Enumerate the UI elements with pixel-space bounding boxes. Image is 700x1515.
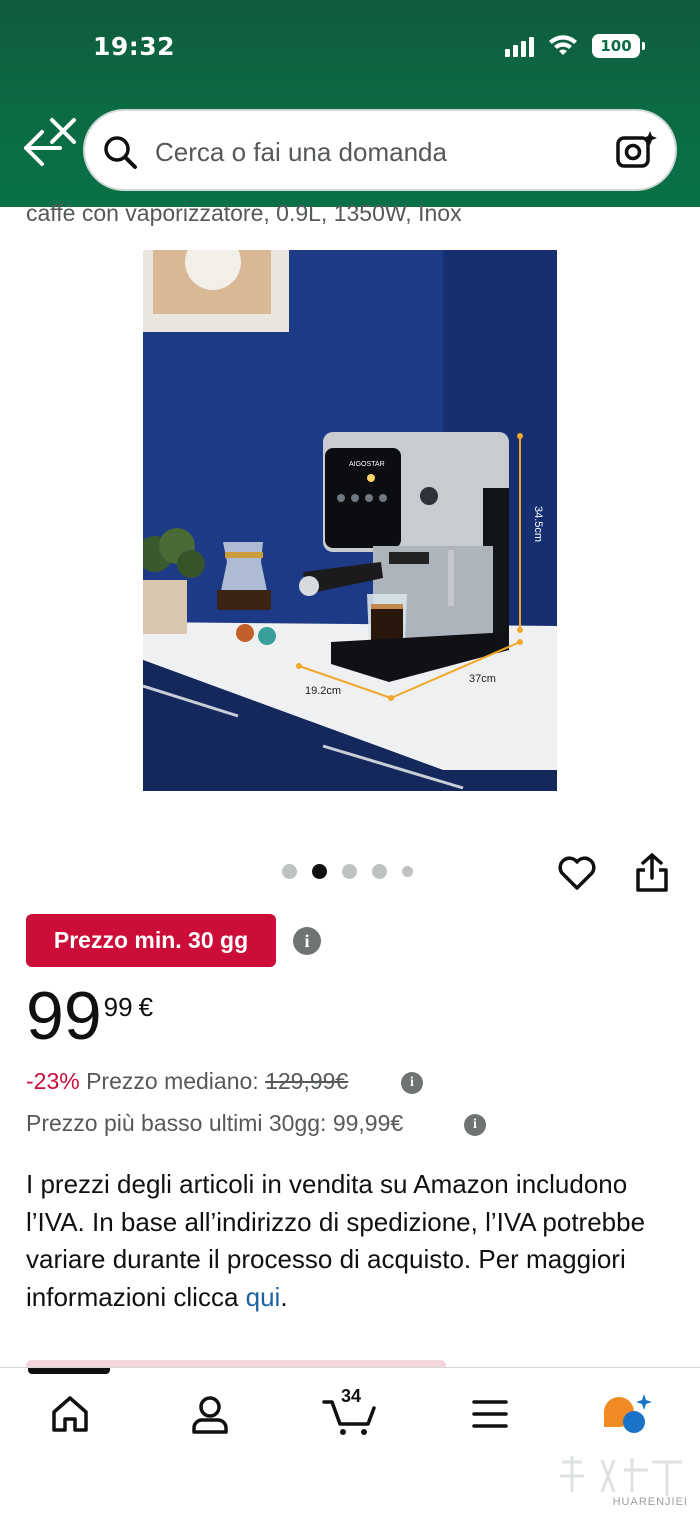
- back-close-icon[interactable]: [20, 112, 80, 172]
- espresso-machine-photo: 34.5cm 37cm 19.2cm AIGOSTAR: [143, 250, 557, 791]
- height-label: 34.5cm: [532, 506, 544, 542]
- search-bar[interactable]: Cerca o fai una domanda: [83, 109, 677, 191]
- battery-icon: 100: [592, 34, 645, 58]
- width-label: 37cm: [469, 673, 496, 685]
- info-icon[interactable]: i: [401, 1072, 423, 1094]
- menu-icon[interactable]: [468, 1392, 512, 1436]
- price-whole: 99: [26, 978, 102, 1054]
- heart-icon[interactable]: [556, 852, 598, 894]
- cart-count-badge: 34: [341, 1386, 362, 1406]
- median-label: Prezzo mediano:: [86, 1068, 259, 1094]
- product-title: caffè con vaporizzatore, 0.9L, 1350W, In…: [26, 200, 462, 226]
- lowest-price-row: Prezzo più basso ultimi 30gg: 99,99€: [26, 1110, 404, 1136]
- vat-end: .: [280, 1281, 288, 1312]
- depth-label: 19.2cm: [305, 685, 341, 697]
- brand-label: AIGOSTAR: [349, 461, 385, 468]
- discount-percent: -23%: [26, 1068, 80, 1094]
- image-carousel-dots[interactable]: [282, 864, 413, 879]
- carousel-dot[interactable]: [402, 866, 413, 877]
- carousel-dot-active[interactable]: [312, 864, 327, 879]
- status-icons: 100: [505, 34, 645, 58]
- price: 99 99 €: [26, 978, 153, 1054]
- carousel-dot[interactable]: [342, 864, 357, 879]
- search-input[interactable]: Cerca o fai una domanda: [155, 137, 447, 168]
- status-time: 19:32: [93, 32, 176, 61]
- signal-icon: [505, 35, 534, 57]
- camera-lens-icon[interactable]: [615, 129, 657, 171]
- search-icon[interactable]: [101, 133, 139, 171]
- rufus-assistant-icon[interactable]: [600, 1392, 654, 1436]
- wifi-icon: [549, 35, 577, 55]
- vat-link[interactable]: qui: [246, 1282, 281, 1312]
- app-header: 19:32 100 Cerca o fai una domanda: [0, 0, 700, 207]
- carousel-dot[interactable]: [282, 864, 297, 879]
- info-icon[interactable]: i: [464, 1114, 486, 1136]
- price-fraction: 99: [103, 992, 133, 1022]
- active-tab-indicator: [28, 1368, 110, 1374]
- deal-badge: Prezzo min. 30 gg: [26, 914, 276, 967]
- product-image[interactable]: 34.5cm 37cm 19.2cm AIGOSTAR: [143, 250, 557, 791]
- share-icon[interactable]: [632, 852, 672, 894]
- carousel-dot[interactable]: [372, 864, 387, 879]
- vat-text: I prezzi degli articoli in vendita su Am…: [26, 1169, 646, 1312]
- vat-disclaimer: I prezzi degli articoli in vendita su Am…: [26, 1166, 676, 1316]
- home-icon[interactable]: [48, 1392, 92, 1436]
- account-icon[interactable]: [188, 1392, 232, 1436]
- price-currency: €: [138, 992, 154, 1022]
- watermark-text: HUARENJIEI: [612, 1496, 688, 1508]
- info-icon[interactable]: i: [293, 927, 321, 955]
- median-price: 129,99€: [265, 1068, 349, 1094]
- median-price-row: -23% Prezzo mediano: 129,99€: [26, 1068, 348, 1095]
